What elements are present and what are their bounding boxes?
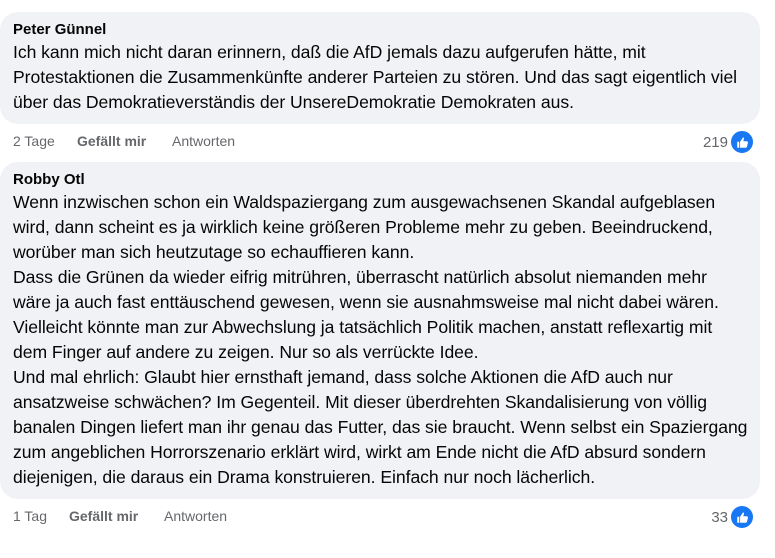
- comment-bubble: Peter Günnel Ich kann mich nicht daran e…: [0, 12, 760, 124]
- reaction-summary[interactable]: 33: [711, 505, 754, 529]
- reaction-count: 219: [702, 133, 728, 151]
- comment-actions: 2 Tage Gefällt mir Antworten 219: [0, 130, 760, 154]
- thumbs-up-icon: [730, 130, 754, 154]
- comment: Robby Otl Wenn inzwischen schon ein Wald…: [0, 162, 760, 529]
- reaction-count: 33: [711, 508, 728, 526]
- reaction-summary[interactable]: 219: [703, 130, 754, 154]
- comment-timestamp[interactable]: 1 Tag: [13, 508, 47, 524]
- comment-actions: 1 Tag Gefällt mir Antworten 33: [0, 505, 760, 529]
- comment-timestamp[interactable]: 2 Tage: [13, 133, 55, 149]
- thumbs-up-icon: [730, 505, 754, 529]
- comment-text: Wenn inzwischen schon ein Waldspaziergan…: [13, 192, 748, 487]
- comment: Peter Günnel Ich kann mich nicht daran e…: [0, 12, 760, 154]
- reply-button[interactable]: Antworten: [164, 508, 227, 524]
- comment-author[interactable]: Robby Otl: [13, 170, 748, 190]
- comment-author[interactable]: Peter Günnel: [13, 20, 748, 40]
- comment-bubble: Robby Otl Wenn inzwischen schon ein Wald…: [0, 162, 760, 499]
- reply-button[interactable]: Antworten: [172, 133, 235, 149]
- like-button[interactable]: Gefällt mir: [77, 133, 146, 149]
- comment-text: Ich kann mich nicht daran erinnern, daß …: [13, 42, 738, 112]
- like-button[interactable]: Gefällt mir: [69, 508, 138, 524]
